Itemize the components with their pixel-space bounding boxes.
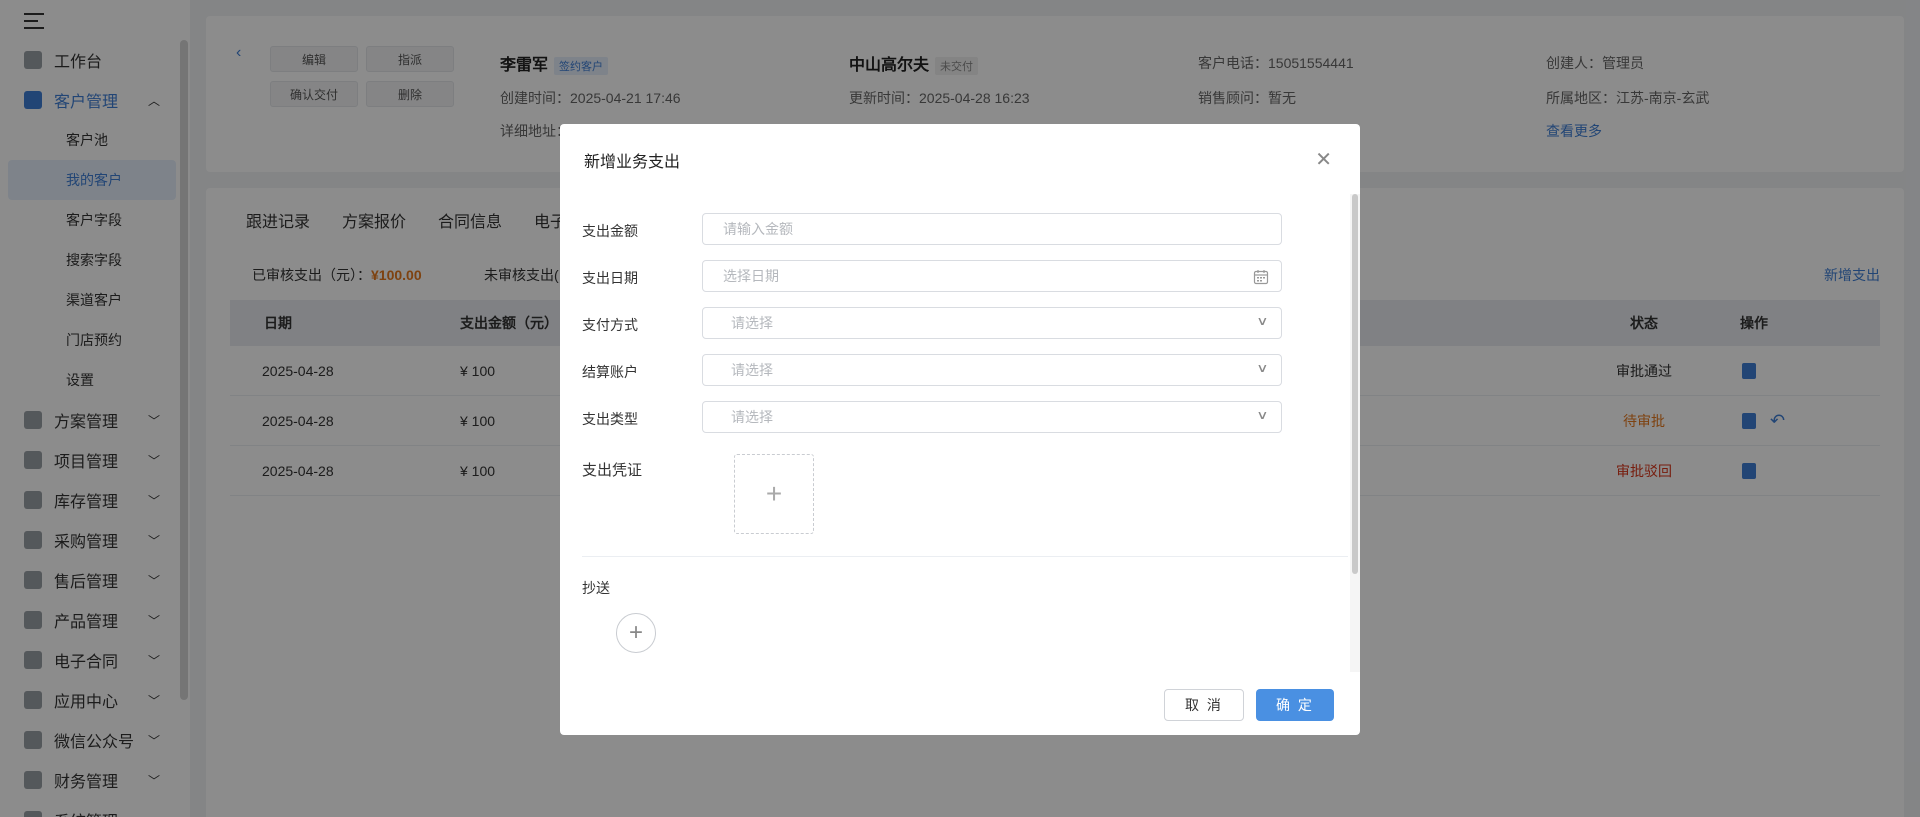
add-cc-button[interactable]: + (616, 613, 656, 653)
chevron-down-icon: ∨ (1256, 314, 1269, 328)
add-expense-dialog: 新增业务支出 ✕ 支出金额 请输入金额 支出日期 选择日期 支付方式 请选择 ∨… (560, 124, 1360, 735)
calendar-icon (1253, 270, 1269, 285)
dialog-title: 新增业务支出 (584, 154, 681, 171)
date-picker[interactable]: 选择日期 (702, 260, 1282, 292)
plus-icon: + (765, 478, 783, 509)
settlement-account-label: 结算账户 (582, 364, 638, 380)
amount-label: 支出金额 (582, 223, 638, 239)
chevron-down-icon: ∨ (1256, 408, 1269, 422)
chevron-down-icon: ∨ (1256, 361, 1269, 375)
date-label: 支出日期 (582, 270, 638, 286)
confirm-button[interactable]: 确 定 (1256, 689, 1334, 721)
dialog-scrollbar[interactable] (1350, 194, 1360, 672)
payment-method-label: 支付方式 (582, 317, 638, 333)
payment-method-row: 支付方式 请选择 ∨ (582, 307, 1282, 341)
plus-icon: + (628, 619, 643, 646)
payment-method-select[interactable]: 请选择 ∨ (702, 307, 1282, 339)
expense-type-label: 支出类型 (582, 411, 638, 427)
cancel-button[interactable]: 取 消 (1164, 689, 1244, 721)
expense-type-select[interactable]: 请选择 ∨ (702, 401, 1282, 433)
voucher-upload[interactable]: + (734, 454, 814, 534)
settlement-account-select[interactable]: 请选择 ∨ (702, 354, 1282, 386)
date-row: 支出日期 选择日期 (582, 260, 1282, 294)
close-icon[interactable]: ✕ (1315, 150, 1332, 170)
cc-label: 抄送 (582, 580, 610, 596)
divider (582, 556, 1348, 557)
amount-input[interactable]: 请输入金额 (702, 213, 1282, 245)
amount-row: 支出金额 请输入金额 (582, 213, 1282, 247)
voucher-label: 支出凭证 (582, 462, 643, 479)
scrollbar-thumb[interactable] (1352, 194, 1358, 574)
expense-type-row: 支出类型 请选择 ∨ (582, 401, 1282, 435)
settlement-account-row: 结算账户 请选择 ∨ (582, 354, 1282, 388)
